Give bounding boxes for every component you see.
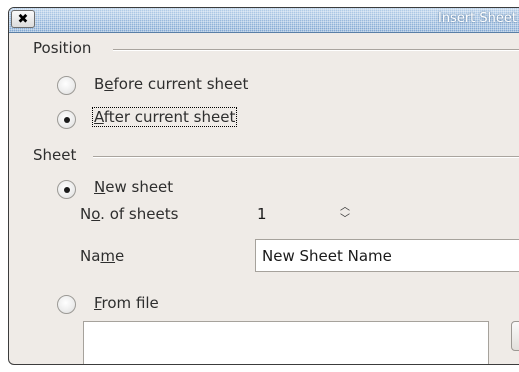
name-label: Name: [80, 247, 125, 265]
close-icon: ✖: [17, 11, 29, 27]
insert-sheet-dialog: ✖ Insert Sheet Position Before current s…: [8, 7, 519, 365]
after-current-sheet-label[interactable]: After current sheet: [92, 107, 238, 127]
close-button[interactable]: ✖: [11, 10, 35, 28]
chevron-down-icon[interactable]: ﹀: [340, 215, 350, 225]
new-sheet-label[interactable]: New sheet: [94, 178, 173, 196]
number-of-sheets-value: 1: [257, 205, 267, 223]
spin-buttons[interactable]: ︿ ﹀: [339, 203, 351, 225]
position-separator: [113, 49, 519, 51]
browse-button[interactable]: [511, 321, 519, 351]
sheet-name-value: New Sheet Name: [262, 246, 392, 265]
before-current-sheet-label[interactable]: Before current sheet: [94, 75, 248, 93]
new-sheet-radio[interactable]: [57, 180, 76, 199]
sheet-name-input[interactable]: New Sheet Name: [255, 239, 519, 272]
position-group-label: Position: [33, 39, 92, 57]
after-current-sheet-radio[interactable]: [57, 110, 76, 129]
number-of-sheets-stepper[interactable]: 1 ︿ ﹀: [251, 199, 357, 229]
title-bar[interactable]: ✖ Insert Sheet: [9, 8, 519, 33]
from-file-label[interactable]: From file: [94, 294, 159, 312]
number-of-sheets-label: No. of sheets: [80, 205, 179, 223]
sheet-separator: [93, 156, 519, 158]
sheet-group-label: Sheet: [33, 146, 77, 164]
window-title: Insert Sheet: [437, 11, 517, 26]
before-current-sheet-radio[interactable]: [57, 76, 76, 95]
file-path-box[interactable]: [83, 321, 489, 364]
from-file-radio[interactable]: [57, 295, 76, 314]
chevron-up-icon[interactable]: ︿: [340, 203, 350, 213]
